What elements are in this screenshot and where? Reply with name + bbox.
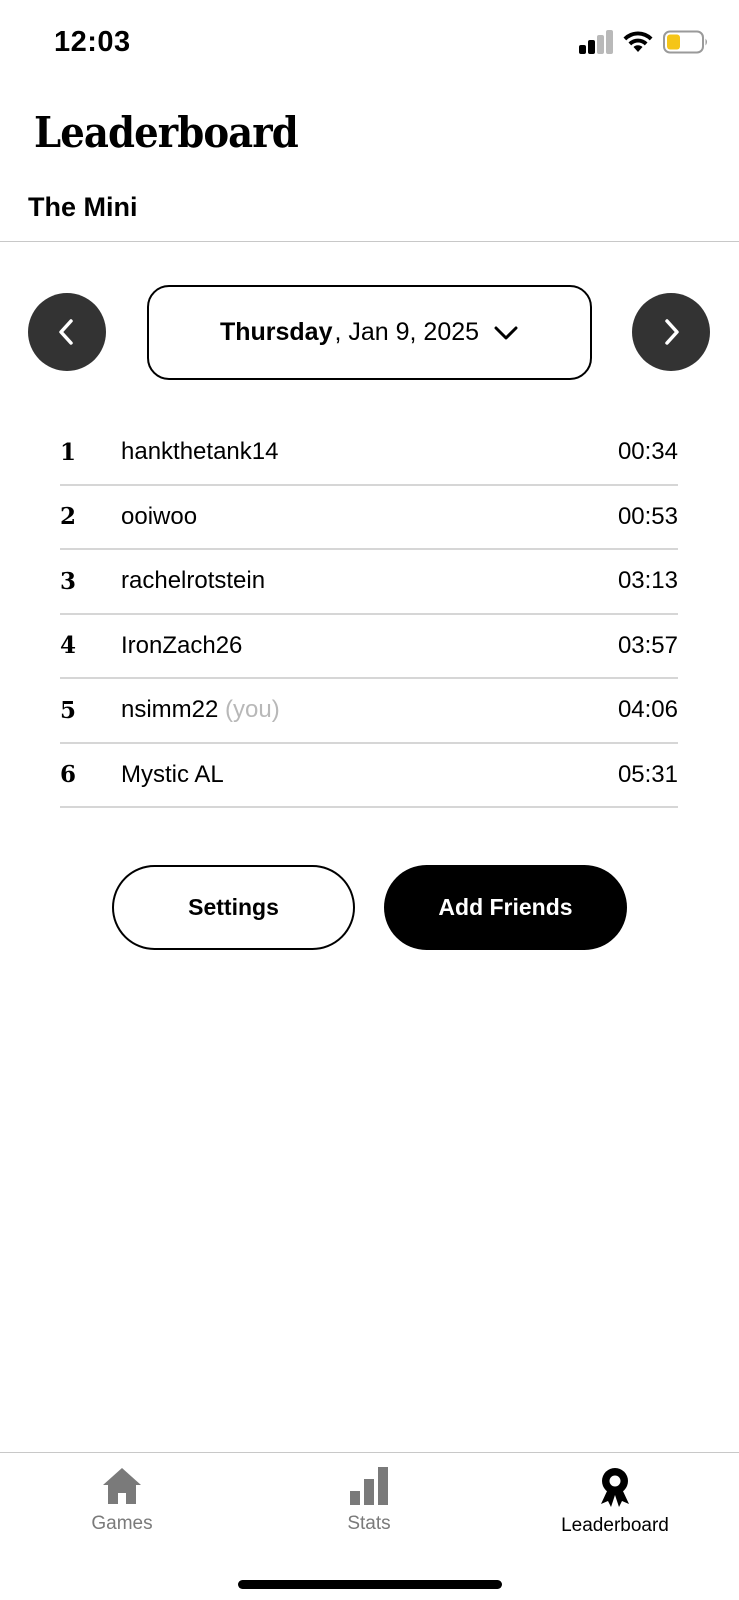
- chevron-left-icon: [59, 319, 73, 345]
- add-friends-button[interactable]: Add Friends: [384, 865, 627, 950]
- rank-number: 4: [60, 632, 77, 660]
- wifi-icon: [623, 31, 653, 52]
- you-label: (you): [218, 696, 280, 724]
- next-day-button[interactable]: [632, 293, 710, 371]
- player-name: IronZach26: [121, 632, 242, 660]
- date-day: Thursday: [219, 318, 333, 346]
- home-indicator: [238, 1580, 502, 1589]
- tab-label: Games: [91, 1513, 153, 1534]
- tab-label: Leaderboard: [561, 1515, 669, 1536]
- rank-number: 3: [60, 567, 77, 595]
- leaderboard-list: 1 hankthetank14 00:34 2 ooiwoo 00:53 3 r…: [60, 421, 678, 808]
- solve-time: 00:34: [617, 438, 678, 466]
- previous-day-button[interactable]: [28, 293, 106, 371]
- battery-icon: [663, 30, 707, 54]
- rank-number: 6: [60, 761, 77, 789]
- settings-button[interactable]: Settings: [112, 865, 355, 950]
- solve-time: 03:57: [617, 631, 678, 659]
- tab-games[interactable]: Games: [22, 1467, 222, 1535]
- date-text: , Jan 9, 2025: [334, 318, 480, 346]
- player-username: rachelrotstein: [121, 567, 266, 595]
- player-username: Mystic AL: [121, 760, 224, 788]
- leaderboard-row-current-user: 5 nsimm22 (you) 04:06: [60, 679, 678, 744]
- leaderboard-row: 3 rachelrotstein 03:13: [60, 550, 678, 615]
- chevron-right-icon: [665, 319, 679, 345]
- date-picker[interactable]: Thursday, Jan 9, 2025: [147, 285, 592, 380]
- header-divider: [0, 241, 739, 242]
- game-name: The Mini: [28, 192, 138, 222]
- player-name: hankthetank14: [121, 438, 278, 466]
- home-icon: [103, 1468, 141, 1504]
- tab-stats[interactable]: Stats: [269, 1467, 469, 1535]
- player-username: IronZach26: [121, 631, 243, 659]
- leaderboard-row: 6 Mystic AL 05:31: [60, 744, 678, 808]
- status-time: 12:03: [54, 26, 131, 58]
- leaderboard-row: 2 ooiwoo 00:53: [60, 486, 678, 550]
- leaderboard-row: 4 IronZach26 03:57: [60, 615, 678, 679]
- tab-label: Stats: [347, 1513, 391, 1534]
- award-ribbon-icon: [601, 1468, 629, 1507]
- solve-time: 03:13: [617, 567, 678, 595]
- player-username: ooiwoo: [121, 502, 198, 530]
- player-name: ooiwoo: [121, 503, 197, 531]
- player-name: Mystic AL: [121, 761, 224, 789]
- player-username: nsimm22: [121, 696, 219, 724]
- rank-number: 5: [60, 696, 77, 724]
- leaderboard-row: 1 hankthetank14 00:34: [60, 421, 678, 486]
- tab-bar: Games Stats Leaderboard: [0, 1452, 739, 1600]
- solve-time: 00:53: [617, 502, 678, 530]
- bar-chart-icon: [350, 1467, 388, 1505]
- player-name: nsimm22 (you): [121, 696, 280, 724]
- player-name: rachelrotstein: [121, 567, 265, 595]
- cellular-signal-icon: [579, 30, 613, 54]
- solve-time: 05:31: [617, 760, 678, 788]
- rank-number: 1: [60, 438, 77, 466]
- page-title: Leaderboard: [34, 108, 299, 157]
- solve-time: 04:06: [617, 696, 678, 724]
- player-username: hankthetank14: [121, 438, 279, 466]
- status-icons: [579, 30, 709, 54]
- chevron-down-icon: [494, 326, 518, 339]
- status-bar: 12:03: [0, 0, 739, 90]
- rank-number: 2: [60, 503, 77, 531]
- tab-leaderboard[interactable]: Leaderboard: [515, 1467, 715, 1537]
